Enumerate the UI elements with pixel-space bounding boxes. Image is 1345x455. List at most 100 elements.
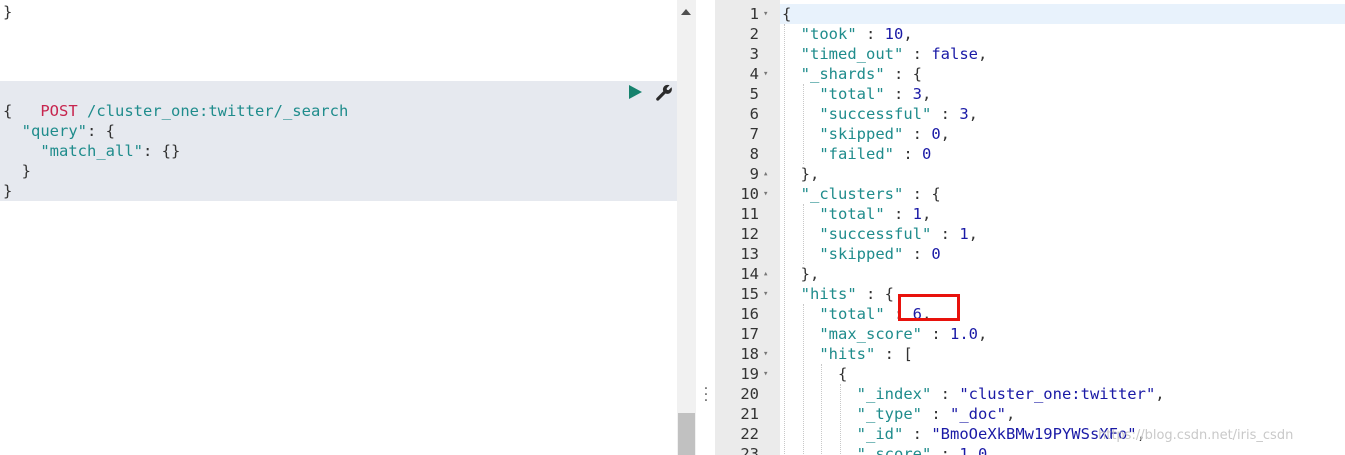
line-number: 16 — [740, 305, 759, 323]
response-line: "skipped" : 0, — [782, 124, 950, 144]
fold-arrow-icon[interactable]: ▾ — [763, 284, 773, 304]
scroll-up-arrow-icon[interactable] — [681, 9, 691, 15]
json-value: false — [931, 45, 978, 63]
json-key: "total" — [819, 305, 885, 323]
request-editor-scrollbar[interactable] — [677, 0, 696, 455]
fold-arrow-icon[interactable]: ▾ — [763, 4, 773, 24]
json-punctuation: { — [884, 285, 895, 303]
json-separator: : — [921, 405, 950, 423]
line-number: 1 — [749, 5, 759, 23]
response-line: { — [782, 4, 791, 24]
json-separator: : — [903, 245, 932, 263]
line-number: 11 — [740, 205, 759, 223]
json-key: "_type" — [856, 405, 922, 423]
response-line: "hits" : [ — [782, 344, 912, 364]
json-separator: : — [931, 385, 960, 403]
json-key: "_id" — [856, 425, 904, 443]
indent-guide — [821, 364, 823, 455]
request-body-line[interactable]: { — [3, 101, 12, 121]
json-separator: : — [903, 45, 932, 63]
json-punctuation: , — [977, 325, 988, 343]
response-line: "total" : 1, — [782, 204, 931, 224]
response-line: { — [782, 364, 847, 384]
json-value: 1.0 — [949, 325, 978, 343]
json-punctuation: { — [838, 365, 848, 383]
json-value: 1 — [912, 205, 922, 223]
line-number: 10 — [740, 185, 759, 203]
fold-arrow-icon[interactable]: ▾ — [763, 184, 773, 204]
response-line: }, — [782, 264, 820, 284]
json-value: "cluster_one:twitter" — [959, 385, 1156, 403]
json-text: : { — [87, 122, 115, 140]
json-separator: : — [884, 205, 913, 223]
json-separator: : — [856, 25, 885, 43]
request-body-line[interactable]: "query": { — [3, 121, 115, 141]
json-key: "successful" — [819, 225, 932, 243]
line-number: 22 — [740, 425, 759, 443]
line-number: 14 — [740, 265, 759, 283]
json-separator: : — [884, 85, 913, 103]
json-key: "skipped" — [819, 245, 904, 263]
play-icon[interactable] — [627, 84, 643, 100]
json-separator: : — [856, 285, 885, 303]
response-line: "successful" : 3, — [782, 104, 978, 124]
json-text: : {} — [142, 142, 181, 160]
request-body-line[interactable]: } — [3, 181, 12, 201]
line-number: 6 — [749, 105, 759, 123]
json-key: "successful" — [819, 105, 932, 123]
wrench-icon[interactable] — [654, 83, 674, 103]
request-path[interactable]: /cluster_one:twitter/_search — [87, 102, 348, 120]
fold-arrow-icon[interactable]: ▾ — [763, 64, 773, 84]
request-body-line[interactable]: "match_all": {} — [3, 141, 180, 161]
response-viewer[interactable]: 1 ▾{2 "took" : 10, 3 "timed_out" : false, 4… — [715, 0, 1345, 455]
response-line: "successful" : 1, — [782, 224, 978, 244]
indent-guide — [840, 384, 842, 455]
fold-arrow-icon[interactable]: ▾ — [763, 364, 773, 384]
json-punctuation: { — [912, 65, 923, 83]
response-line: "_score" : 1.0, — [782, 444, 997, 455]
line-number: 18 — [740, 345, 759, 363]
json-value: 1 — [959, 225, 969, 243]
vertical-ellipsis-icon[interactable]: · · · — [700, 382, 712, 408]
json-key: "_shards" — [800, 65, 885, 83]
indent-guide — [802, 304, 804, 455]
line-number: 17 — [740, 325, 759, 343]
json-key: "query" — [21, 122, 87, 140]
fold-arrow-icon[interactable]: ▾ — [763, 344, 773, 364]
line-number: 21 — [740, 405, 759, 423]
scrollbar-thumb[interactable] — [678, 413, 695, 455]
watermark: https://blog.csdn.net/iris_csdn — [1098, 428, 1294, 443]
unfold-arrow-icon[interactable]: ▴ — [763, 164, 773, 184]
json-separator: : — [931, 225, 960, 243]
indent-guide — [784, 24, 785, 455]
line-number: 3 — [749, 45, 759, 63]
unfold-arrow-icon[interactable]: ▴ — [763, 264, 773, 284]
previous-request-closing-brace[interactable]: } — [3, 2, 12, 22]
json-value: 0 — [931, 245, 941, 263]
json-punctuation: , — [968, 225, 978, 243]
response-line: "_type" : "_doc", — [782, 404, 1016, 424]
json-key: "total" — [819, 85, 885, 103]
line-number: 20 — [740, 385, 759, 403]
json-separator: : — [931, 105, 960, 123]
request-body-line[interactable]: } — [3, 161, 31, 181]
json-key: "match_all" — [40, 142, 143, 160]
response-line: "failed" : 0 — [782, 144, 931, 164]
json-punctuation: , — [1155, 385, 1165, 403]
request-line[interactable]: POST /cluster_one:twitter/_search — [3, 81, 348, 120]
response-line: }, — [782, 164, 820, 184]
json-key: "_score" — [856, 445, 932, 455]
response-line: "skipped" : 0 — [782, 244, 941, 264]
json-key: "_index" — [856, 385, 932, 403]
request-method[interactable]: POST — [40, 102, 77, 120]
json-punctuation: , — [903, 25, 913, 43]
request-editor[interactable]: } POST /cluster_one:twitter/_search { "q… — [0, 0, 677, 455]
